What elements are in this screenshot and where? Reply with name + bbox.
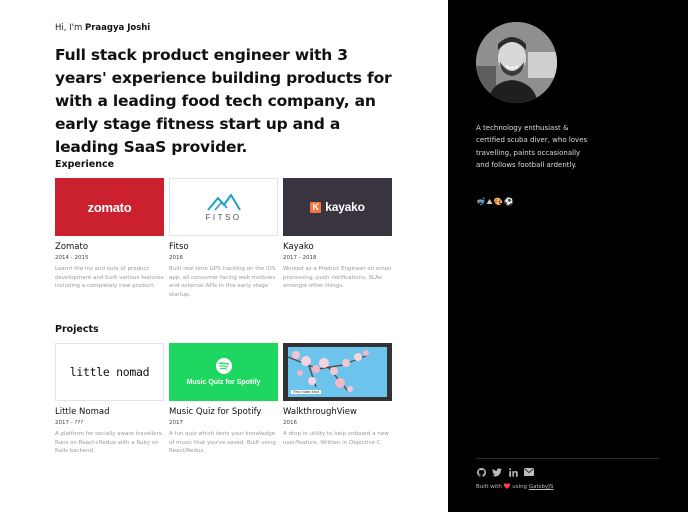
hobby-emojis: 🤿⛰🎨⚽ [476, 197, 515, 206]
projects-section-title: Projects [55, 324, 99, 335]
zomato-logo: zomato [87, 199, 132, 215]
greeting: Hi, I'm Praagya Joshi [55, 23, 150, 33]
card-title[interactable]: Zomato [55, 242, 164, 252]
blossom-screenshot: First index text [288, 347, 387, 397]
card-description: A fun quiz which tests your knowledge of… [169, 431, 276, 455]
screen-caption: First index text [291, 390, 322, 394]
little-nomad-logo: little nomad [69, 365, 150, 379]
spotify-icon [215, 358, 232, 374]
card-title[interactable]: Fitso [169, 242, 278, 252]
footer-divider [476, 458, 659, 459]
greeting-prefix: Hi, I'm [55, 23, 83, 33]
footer-prefix: Built with [476, 484, 502, 490]
kayako-logo-thumbnail[interactable]: K kayako [283, 178, 392, 236]
card-description: Learnt the ins and outs of product devel… [55, 266, 164, 290]
linkedin-icon[interactable] [508, 467, 518, 477]
avatar [476, 22, 557, 103]
email-icon[interactable] [524, 467, 534, 477]
gatsby-link[interactable]: GatsbyJS [529, 484, 554, 490]
footer-credit: Built with ❤️ using GatsbyJS [476, 484, 553, 490]
experience-card-fitso[interactable]: FITSO Fitso 2016 Built real time GPS tra… [169, 178, 278, 299]
fitso-logo-thumbnail[interactable]: FITSO [169, 178, 278, 236]
project-card-walkthroughview[interactable]: First index text WalkthroughView 2016 A … [283, 343, 392, 447]
card-title[interactable]: Kayako [283, 242, 392, 252]
zomato-logo-thumbnail[interactable]: zomato [55, 178, 164, 236]
card-date: 2017 - 2018 [283, 255, 317, 261]
card-description: Worked as a Product Engineer on email pr… [283, 266, 392, 290]
card-date: 2016 [283, 420, 297, 426]
card-date: 2016 [169, 255, 183, 261]
experience-card-zomato[interactable]: zomato Zomato 2014 - 2015 Learnt the ins… [55, 178, 164, 291]
card-date: 2014 - 2015 [55, 255, 89, 261]
footer-middle: using [512, 484, 528, 490]
mountain-logo-icon [206, 193, 241, 211]
card-description: A drop in utility to help onboard a new … [283, 431, 389, 446]
twitter-icon[interactable] [492, 467, 502, 477]
experience-section-title: Experience [55, 159, 115, 170]
card-date: 2017 [169, 420, 183, 426]
kayako-mark-icon: K [310, 201, 322, 213]
headline: Full stack product engineer with 3 years… [55, 46, 392, 156]
project-card-little-nomad[interactable]: little nomad Little Nomad 2017 - ??? A p… [55, 343, 164, 456]
main-content: Hi, I'm Praagya Joshi Full stack product… [0, 0, 448, 512]
card-title[interactable]: WalkthroughView [283, 407, 392, 417]
author-name: Praagya Joshi [84, 23, 151, 33]
card-description: Built real time GPS tracking on the iOS … [169, 266, 276, 298]
experience-card-kayako[interactable]: K kayako Kayako 2017 - 2018 Worked as a … [283, 178, 392, 291]
kayako-logo-text: kayako [325, 200, 365, 214]
card-description: A platform for socially aware travellers… [55, 431, 164, 455]
github-icon[interactable] [476, 467, 486, 477]
little-nomad-logo-thumbnail[interactable]: little nomad [55, 343, 164, 401]
bio-text: A technology enthusiast & certified scub… [476, 124, 588, 170]
spotify-quiz-thumbnail[interactable]: Music Quiz for Spotify [169, 343, 278, 401]
card-title[interactable]: Music Quiz for Spotify [169, 407, 278, 417]
profile-photo [476, 22, 557, 103]
card-date: 2017 - ??? [55, 420, 84, 426]
walkthroughview-thumbnail[interactable]: First index text [283, 343, 392, 401]
spotify-quiz-logo-text: Music Quiz for Spotify [186, 379, 261, 386]
social-links [476, 467, 534, 477]
heart-icon: ❤️ [503, 484, 511, 490]
project-card-music-quiz[interactable]: Music Quiz for Spotify Music Quiz for Sp… [169, 343, 278, 456]
fitso-logo-text: FITSO [205, 212, 242, 222]
card-title[interactable]: Little Nomad [55, 407, 164, 417]
